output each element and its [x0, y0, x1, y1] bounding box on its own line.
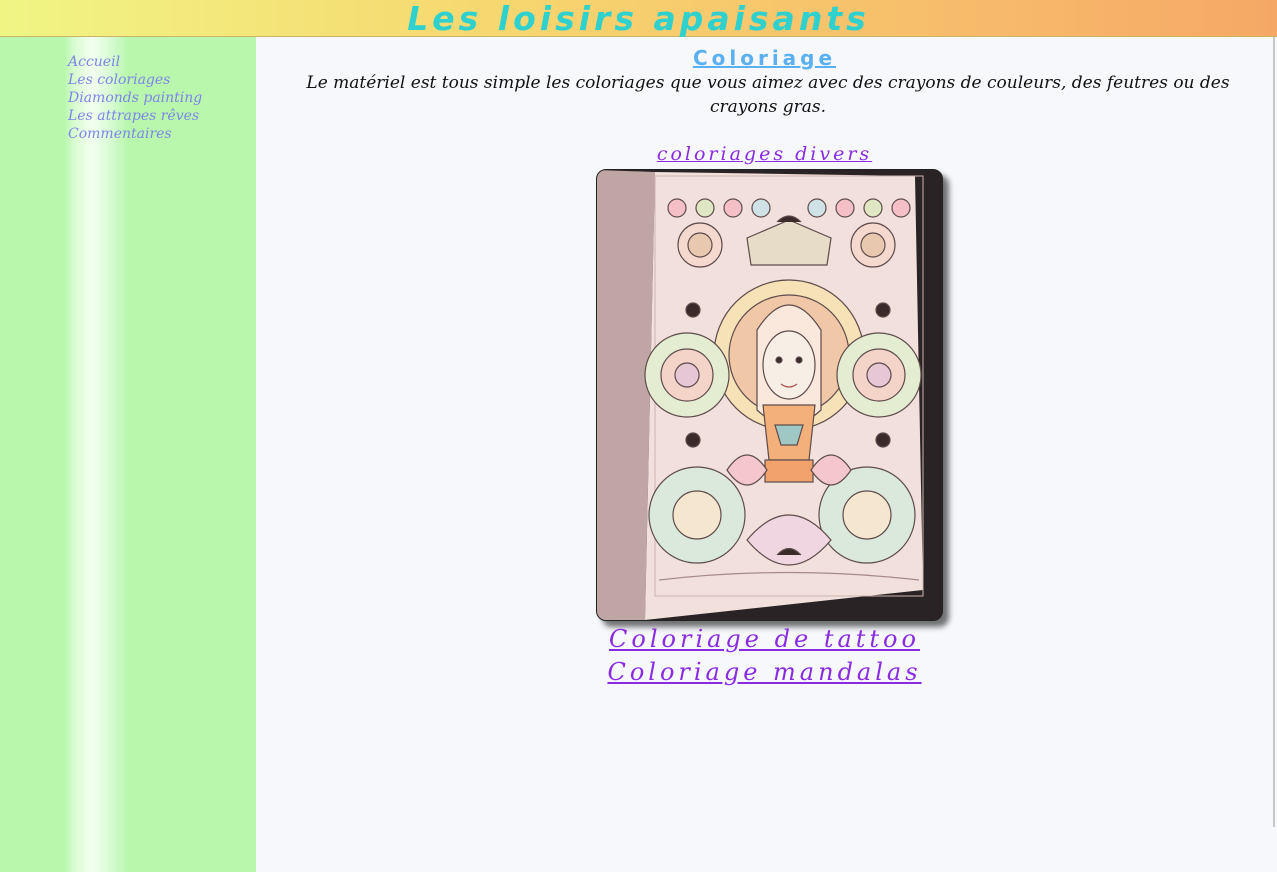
- nav-item-attrapes-reves[interactable]: Les attrapes rêves: [68, 107, 202, 125]
- site-header: Les loisirs apaisants: [0, 0, 1277, 38]
- intro-text: Le matériel est tous simple les coloriag…: [306, 73, 1230, 117]
- main-content: Coloriage Le matériel est tous simple le…: [256, 37, 1273, 872]
- coloring-page-illustration: [597, 170, 942, 620]
- sidebar: Accueil Les coloriages Diamonds painting…: [0, 37, 256, 872]
- coloring-page-photo[interactable]: [596, 169, 943, 621]
- nav-item-diamonds-painting[interactable]: Diamonds painting: [68, 89, 202, 107]
- scrollbar-edge[interactable]: [1273, 37, 1275, 827]
- nav-item-coloriages[interactable]: Les coloriages: [68, 71, 202, 89]
- link-coloriage-tattoo[interactable]: Coloriage de tattoo: [256, 623, 1273, 655]
- site-title: Les loisirs apaisants: [407, 0, 870, 38]
- nav-item-commentaires[interactable]: Commentaires: [68, 125, 202, 143]
- link-coloriage-mandalas[interactable]: Coloriage mandalas: [256, 656, 1273, 688]
- link-coloriages-divers[interactable]: coloriages divers: [256, 141, 1273, 167]
- section-title-text: Coloriage: [692, 46, 837, 70]
- sidebar-nav: Accueil Les coloriages Diamonds painting…: [68, 53, 202, 143]
- nav-item-accueil[interactable]: Accueil: [68, 53, 202, 71]
- section-title: Coloriage: [256, 46, 1273, 70]
